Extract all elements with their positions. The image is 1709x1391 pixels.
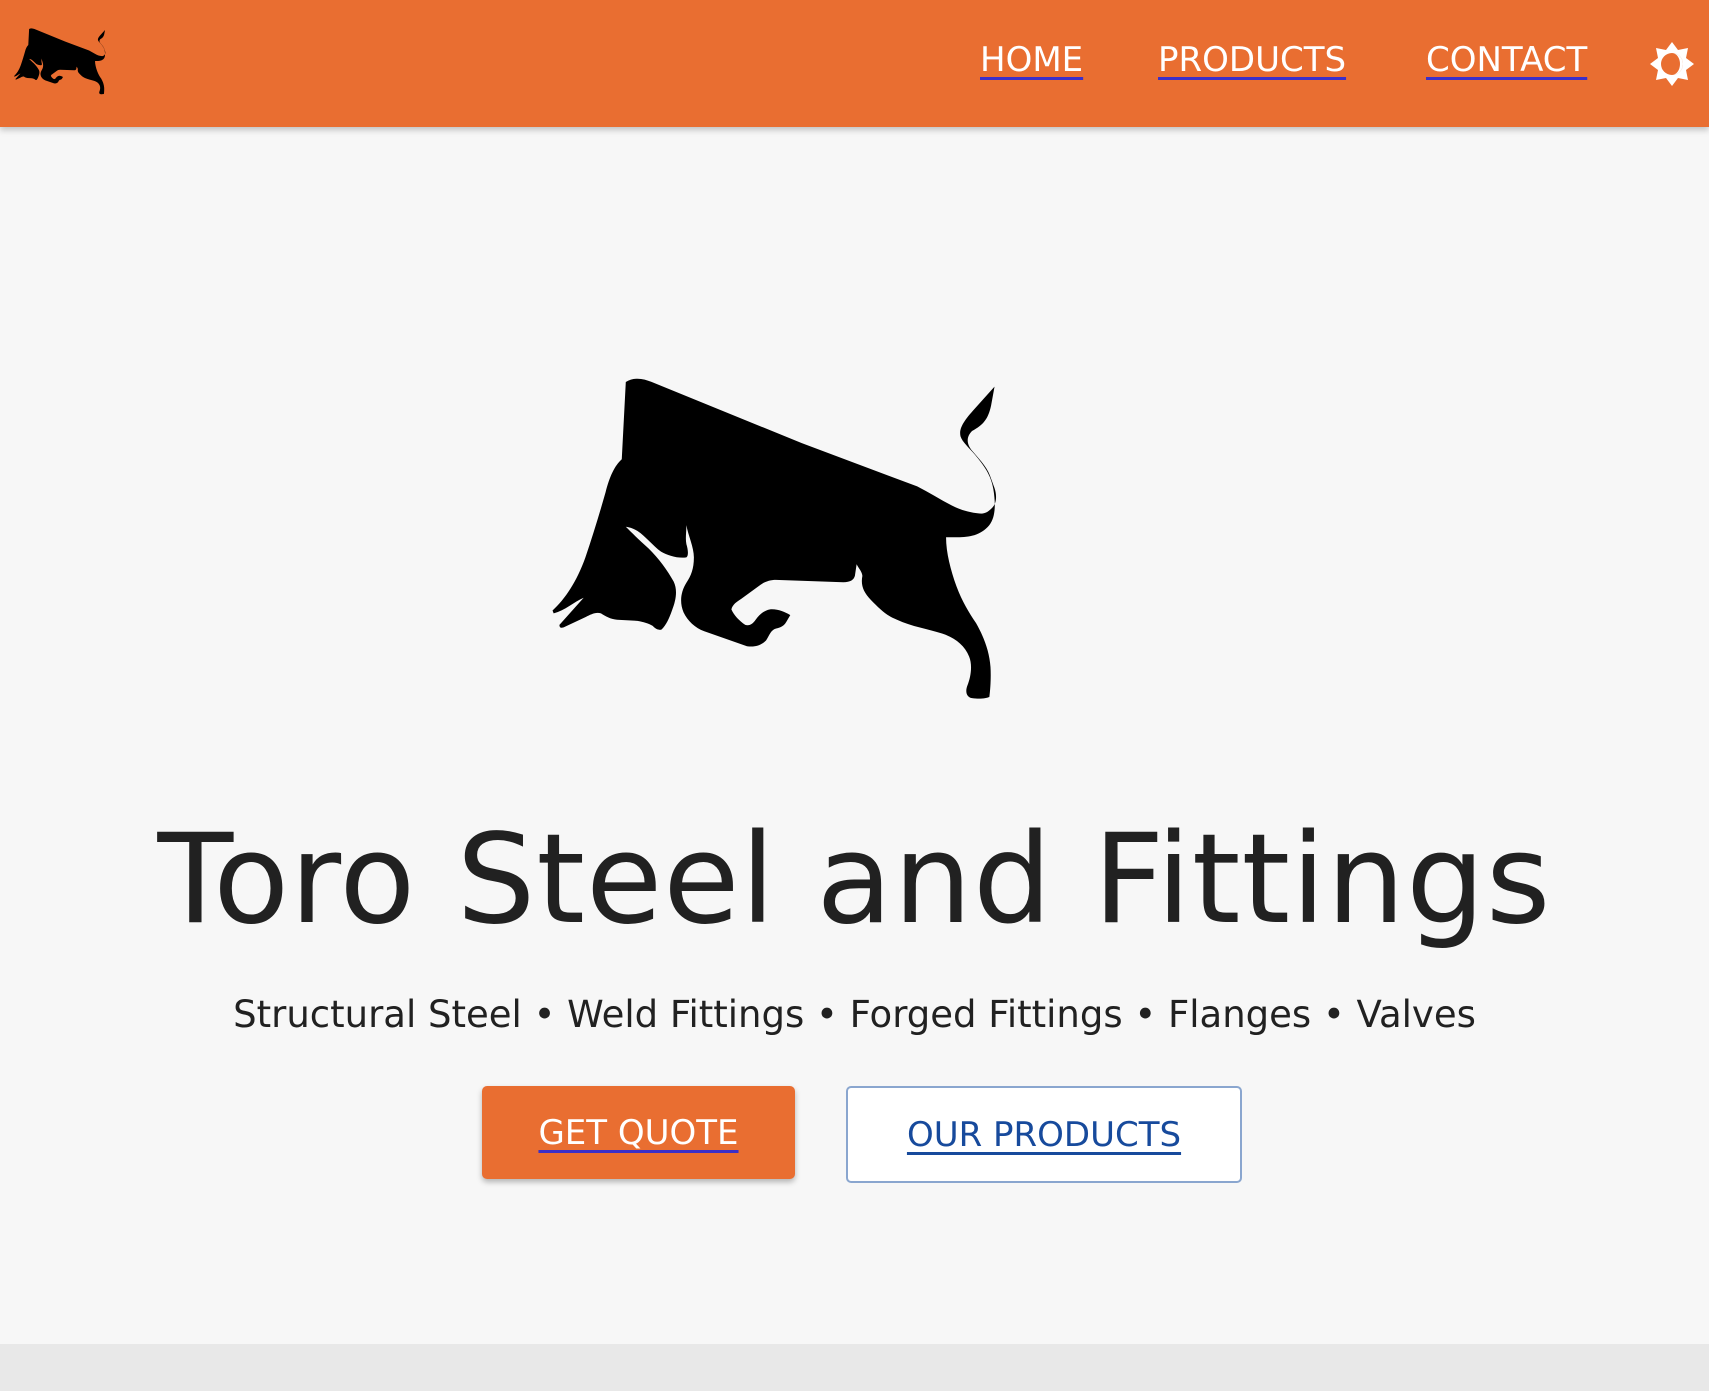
our-products-label: OUR PRODUCTS — [906, 1114, 1182, 1155]
product-categories-subtitle: Structural Steel • Weld Fittings • Forge… — [233, 993, 1476, 1036]
page-title: Toro Steel and Fittings — [157, 808, 1552, 952]
bull-icon — [520, 337, 1205, 757]
our-products-button[interactable]: OUR PRODUCTS — [846, 1086, 1242, 1183]
nav-link-contact[interactable]: CONTACT — [1426, 40, 1587, 80]
nav-link-products[interactable]: PRODUCTS — [1158, 40, 1346, 80]
brightness-icon[interactable] — [1648, 40, 1696, 88]
bull-logo-icon[interactable] — [10, 21, 138, 105]
footer-strip — [0, 1344, 1709, 1391]
nav-link-home[interactable]: HOME — [980, 40, 1083, 80]
hero-section: Toro Steel and Fittings Structural Steel… — [0, 0, 1709, 1344]
get-quote-button[interactable]: GET QUOTE — [482, 1086, 795, 1179]
get-quote-label: GET QUOTE — [538, 1112, 739, 1153]
top-navbar: HOME PRODUCTS CONTACT — [0, 0, 1709, 127]
